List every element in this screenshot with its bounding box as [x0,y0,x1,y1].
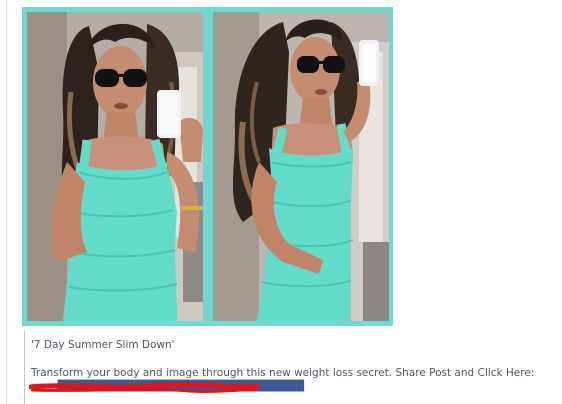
post-page: '7 Day Summer Slim Down' Transform your … [0,0,562,404]
photo-right-image [213,12,389,321]
photo-right [213,12,389,321]
photo-left [27,12,203,321]
redaction-scribble [29,381,260,394]
post-caption: '7 Day Summer Slim Down' Transform your … [24,331,554,404]
post-photo-collage[interactable] [22,7,393,326]
post-title: '7 Day Summer Slim Down' [31,339,175,351]
post-body-text: Transform your body and image through th… [31,367,535,379]
photo-left-image [27,12,203,321]
left-divider [6,0,7,404]
